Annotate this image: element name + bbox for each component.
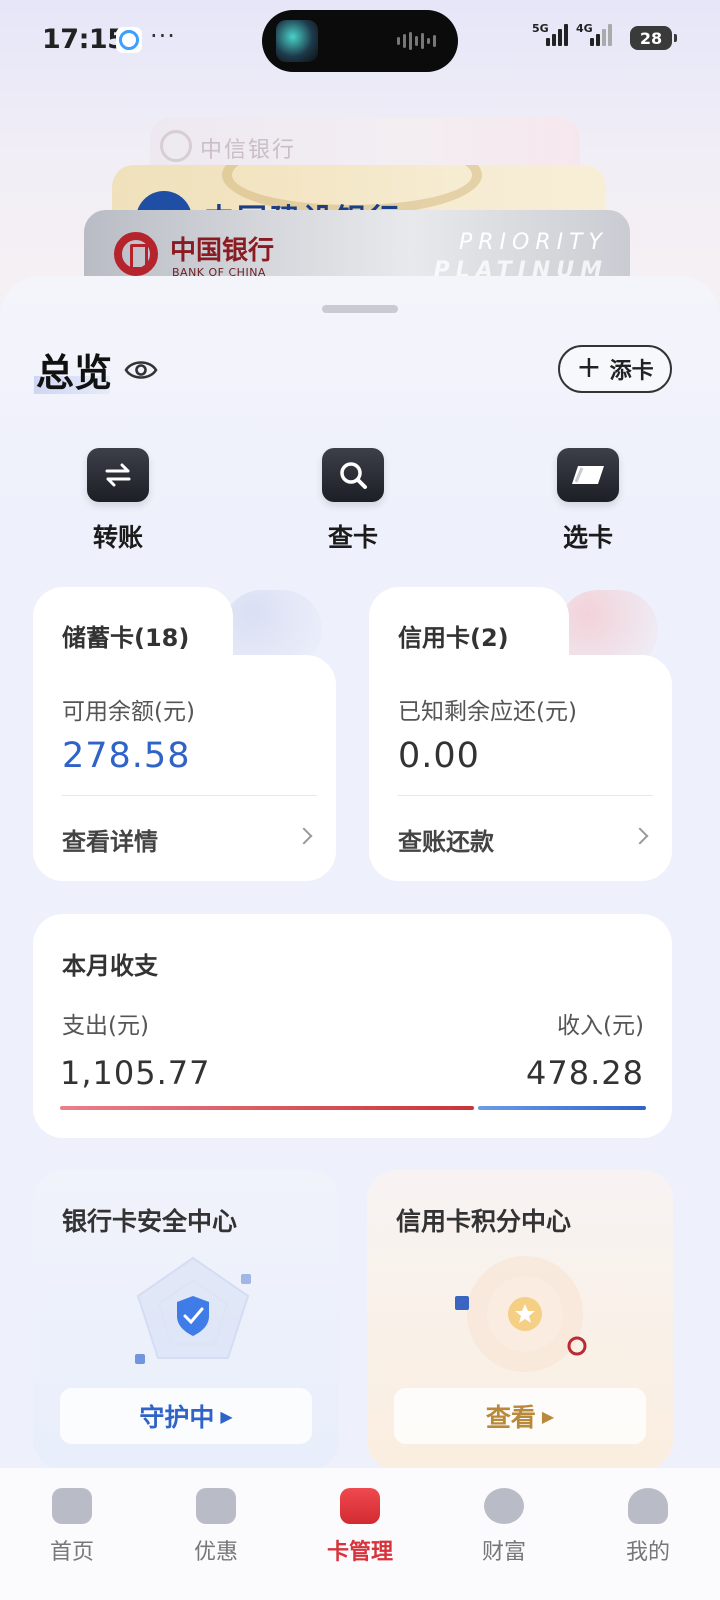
quick-action-search-card[interactable]: 查卡 bbox=[293, 448, 413, 554]
eye-icon[interactable] bbox=[124, 358, 158, 382]
income-value: 478.28 bbox=[526, 1054, 644, 1092]
status-bar: 17:15 ··· 5G 4G 28 bbox=[0, 0, 720, 80]
quick-action-label: 选卡 bbox=[562, 523, 613, 552]
nav-wealth[interactable]: 财富 bbox=[432, 1468, 576, 1600]
debit-balance-value: 278.58 bbox=[62, 736, 191, 776]
view-points-button[interactable]: 查看 ▶ bbox=[394, 1388, 646, 1444]
search-icon bbox=[322, 448, 384, 502]
nav-card-manage[interactable]: 卡管理 bbox=[288, 1468, 432, 1600]
music-artwork-icon bbox=[276, 20, 318, 62]
coupon-icon bbox=[196, 1488, 236, 1524]
nav-label: 我的 bbox=[625, 1540, 670, 1565]
security-title: 银行卡安全中心 bbox=[62, 1207, 238, 1236]
boc-logo-icon bbox=[114, 232, 158, 276]
dynamic-island[interactable] bbox=[262, 10, 458, 72]
status-time: 17:15 bbox=[42, 24, 126, 55]
nav-label: 卡管理 bbox=[326, 1540, 393, 1565]
profile-icon bbox=[628, 1488, 668, 1524]
citic-logo-icon bbox=[160, 130, 192, 162]
app-notification-icon bbox=[116, 27, 142, 53]
nav-label: 财富 bbox=[481, 1540, 526, 1565]
transfer-icon bbox=[87, 448, 149, 502]
income-bar bbox=[478, 1106, 646, 1110]
home-icon bbox=[52, 1488, 92, 1524]
more-notifications-icon: ··· bbox=[150, 22, 176, 50]
quick-action-label: 转账 bbox=[92, 523, 143, 552]
card-select-icon bbox=[557, 448, 619, 502]
caret-right-icon: ▶ bbox=[220, 1406, 233, 1426]
bottom-nav: 首页 优惠 卡管理 财富 我的 bbox=[0, 1468, 720, 1600]
divider bbox=[398, 795, 653, 796]
shield-radar-icon bbox=[135, 1256, 251, 1364]
points-coin-icon bbox=[455, 1256, 587, 1372]
page-title: 总览 bbox=[36, 351, 113, 395]
expense-bar bbox=[60, 1106, 474, 1110]
nav-home[interactable]: 首页 bbox=[0, 1468, 144, 1600]
nav-label: 优惠 bbox=[193, 1540, 238, 1565]
add-card-button[interactable]: + 添卡 bbox=[558, 345, 672, 393]
divider bbox=[62, 795, 317, 796]
quick-action-label: 查卡 bbox=[327, 523, 378, 552]
audio-wave-icon bbox=[397, 32, 436, 50]
income-label: 收入(元) bbox=[557, 1013, 644, 1039]
signal-5g-icon bbox=[546, 24, 568, 46]
signal-4g-icon bbox=[590, 24, 612, 46]
wealth-icon bbox=[484, 1488, 524, 1524]
add-card-label: 添卡 bbox=[609, 359, 654, 384]
view-points-label: 查看 bbox=[485, 1403, 536, 1432]
nav-offers[interactable]: 优惠 bbox=[144, 1468, 288, 1600]
expense-label: 支出(元) bbox=[62, 1013, 149, 1039]
credit-due-label: 已知剩余应还(元) bbox=[398, 699, 577, 725]
drag-handle[interactable] bbox=[322, 305, 398, 313]
guarding-button[interactable]: 守护中 ▶ bbox=[60, 1388, 312, 1444]
debit-balance-label: 可用余额(元) bbox=[62, 699, 195, 725]
points-center-card[interactable]: 信用卡积分中心 查看 ▶ bbox=[367, 1170, 673, 1470]
card-manage-icon bbox=[340, 1488, 380, 1524]
quick-action-select-card[interactable]: 选卡 bbox=[528, 448, 648, 554]
caret-right-icon: ▶ bbox=[541, 1406, 555, 1426]
expense-value: 1,105.77 bbox=[60, 1054, 211, 1092]
credit-title: 信用卡(2) bbox=[398, 624, 509, 652]
battery-icon: 28 bbox=[630, 26, 677, 50]
points-title: 信用卡积分中心 bbox=[396, 1207, 572, 1236]
card-citic-name: 中信银行 bbox=[200, 138, 297, 163]
quick-action-transfer[interactable]: 转账 bbox=[58, 448, 178, 554]
card-boc-name: 中国银行 bbox=[170, 236, 275, 266]
plus-icon: + bbox=[576, 349, 602, 385]
guarding-label: 守护中 bbox=[139, 1403, 215, 1432]
card-tier-1: PRIORITY bbox=[458, 230, 608, 255]
view-details-link[interactable]: 查看详情 bbox=[62, 822, 158, 857]
nav-profile[interactable]: 我的 bbox=[576, 1468, 720, 1600]
security-center-card[interactable]: 银行卡安全中心 守护中 ▶ bbox=[33, 1170, 339, 1470]
check-bill-link[interactable]: 查账还款 bbox=[398, 822, 494, 857]
credit-due-value: 0.00 bbox=[398, 736, 480, 776]
monthly-title: 本月收支 bbox=[62, 952, 158, 980]
nav-label: 首页 bbox=[49, 1540, 94, 1565]
debit-title: 储蓄卡(18) bbox=[62, 624, 190, 652]
